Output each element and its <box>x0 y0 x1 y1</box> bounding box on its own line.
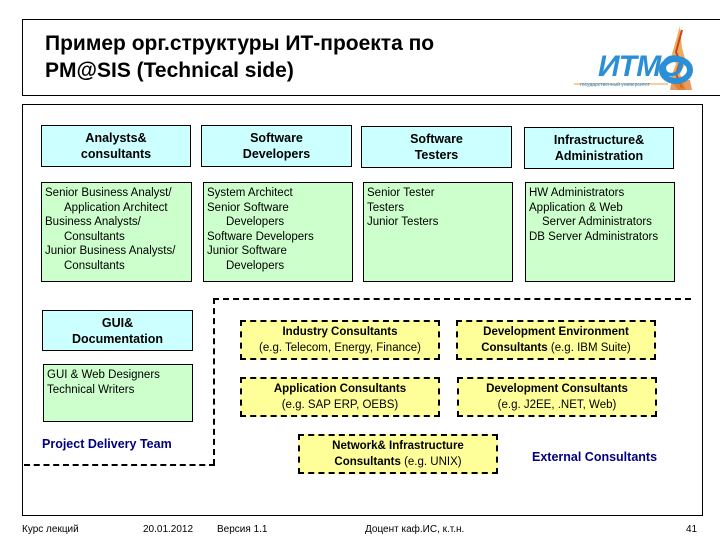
group-header-gui: GUI& Documentation <box>42 310 193 351</box>
application-consultants-box: Application Consultants (e.g. SAP ERP, O… <box>240 377 440 417</box>
role-item: Business Analysts/ <box>45 216 141 228</box>
role-item: Developers <box>226 259 285 272</box>
boundary-vertical-line <box>213 298 215 465</box>
slide-title: Пример орг.структуры ИТ-проекта по PM@SI… <box>45 30 434 84</box>
roles-testers: Senior Tester Testers Junior Testers <box>363 182 513 282</box>
role-item: Senior Software <box>207 201 289 214</box>
title-line-1: Пример орг.структуры ИТ-проекта по <box>45 32 435 55</box>
header-line: Infrastructure& <box>553 133 645 147</box>
consultant-title: Consultants <box>334 456 401 468</box>
role-item: HW Administrators <box>529 187 625 199</box>
footer-author: Доцент каф.ИС, к.т.н. <box>365 524 465 535</box>
consultant-title: Network& Infrastructure <box>332 440 464 452</box>
roles-developers: System Architect Senior Software Develop… <box>203 182 353 282</box>
group-header-testers: Software Testers <box>361 126 512 168</box>
roles-analysts: Senior Business Analyst/ Application Arc… <box>41 182 192 282</box>
consultant-examples: (e.g. Telecom, Energy, Finance) <box>259 342 421 354</box>
header-line: Developers <box>242 147 311 161</box>
footer-course: Курс лекций <box>22 524 79 535</box>
role-item: Server Administrators <box>542 216 652 228</box>
consultant-title: Development Consultants <box>486 383 628 395</box>
consultant-title: Development Environment <box>483 326 629 338</box>
consultant-examples: (e.g. IBM Suite) <box>550 342 631 354</box>
itmo-logo: ИТМО государственный университет <box>568 24 703 92</box>
dev-environment-consultants-box: Development Environment Consultants (e.g… <box>456 320 656 360</box>
title-line-2: PM@SIS (Technical side) <box>45 59 294 82</box>
header-line: Testers <box>414 148 459 162</box>
role-item: DB Server Administrators <box>529 230 659 243</box>
page-number: 41 <box>686 524 698 535</box>
role-item: GUI & Web Designers <box>47 369 160 381</box>
consultant-line: Consultants (e.g. IBM Suite) <box>481 340 631 356</box>
network-infrastructure-consultants-box: Network& Infrastructure Consultants (e.g… <box>298 434 498 474</box>
logo-subtitle: государственный университет <box>580 82 650 88</box>
role-item: Consultants <box>64 230 125 243</box>
roles-gui: GUI & Web Designers Technical Writers <box>43 364 193 422</box>
role-item: Consultants <box>64 259 125 272</box>
role-item: Testers <box>367 201 405 214</box>
role-item: Junior Business Analysts/ <box>45 245 176 257</box>
group-header-analysts: Analysts& consultants <box>41 125 191 167</box>
role-item: Technical Writers <box>47 383 135 396</box>
role-item: System Architect <box>207 187 293 199</box>
logo-text: ИТМО <box>598 50 684 83</box>
role-item: Senior Business Analyst/ <box>45 187 172 199</box>
roles-infrastructure: HW Administrators Application & Web Serv… <box>525 182 675 282</box>
external-consultants-label: External Consultants <box>532 450 658 464</box>
consultant-title: Application Consultants <box>273 383 407 395</box>
consultant-examples: (e.g. J2EE, .NET, Web) <box>497 399 617 411</box>
footer-date: 20.01.2012 <box>143 524 194 535</box>
role-item: Senior Tester <box>367 187 435 199</box>
group-header-infrastructure: Infrastructure& Administration <box>524 127 674 169</box>
project-delivery-team-label: Project Delivery Team <box>42 437 172 451</box>
header-line: Software <box>410 132 463 146</box>
header-line: Analysts& <box>85 131 147 145</box>
role-item: Junior Software <box>207 245 287 257</box>
group-header-developers: Software Developers <box>201 125 352 167</box>
header-line: Documentation <box>72 331 163 346</box>
header-line: GUI& <box>101 315 134 330</box>
header-line: Software <box>250 131 303 145</box>
header-line: Administration <box>554 149 644 163</box>
consultant-examples: (e.g. UNIX) <box>404 456 462 468</box>
consultant-title: Consultants <box>481 342 548 354</box>
consultant-line: Consultants (e.g. UNIX) <box>334 454 461 470</box>
role-item: Application & Web <box>529 201 623 214</box>
boundary-bottom-line <box>24 464 215 466</box>
role-item: Junior Testers <box>367 216 439 228</box>
boundary-top-line <box>213 298 691 300</box>
footer-version: Версия 1.1 <box>217 524 268 535</box>
role-item: Software Developers <box>207 230 314 243</box>
header-line: consultants <box>80 147 152 161</box>
role-item: Application Architect <box>64 201 168 214</box>
role-item: Developers <box>226 216 285 228</box>
consultant-examples: (e.g. SAP ERP, OEBS) <box>281 399 399 411</box>
industry-consultants-box: Industry Consultants (e.g. Telecom, Ener… <box>240 320 440 360</box>
consultant-title: Industry Consultants <box>282 326 398 338</box>
development-consultants-box: Development Consultants (e.g. J2EE, .NET… <box>457 377 657 417</box>
